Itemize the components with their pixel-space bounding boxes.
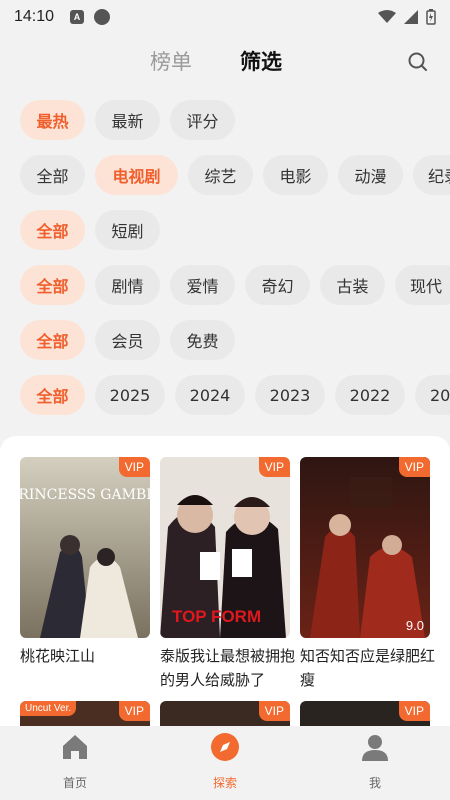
filter-row-pay: 全部 会员 免费 xyxy=(0,320,450,360)
results-panel: PRINCESSS GAMBIT VIP 桃花映江山 TOP FORM VIP … xyxy=(0,436,450,726)
chip-pay-free[interactable]: 免费 xyxy=(170,320,235,360)
vip-badge: VIP xyxy=(118,457,150,477)
poster-title[interactable]: 知否知否应是绿肥红瘦 xyxy=(300,644,440,692)
poster-logo-text: PRINCESSS GAMBIT xyxy=(20,487,150,503)
battery-icon xyxy=(426,9,436,25)
vip-badge: VIP xyxy=(118,701,150,721)
chip-genre-costume[interactable]: 古装 xyxy=(320,265,385,305)
nav-label: 我 xyxy=(368,776,381,790)
chip-category-documentary[interactable]: 纪录片 xyxy=(413,155,450,195)
nav-item-home[interactable]: 首页 xyxy=(25,726,125,800)
chip-pay-vip[interactable]: 会员 xyxy=(95,320,160,360)
signal-icon xyxy=(404,10,418,24)
chip-sort-hot[interactable]: 最热 xyxy=(20,100,85,140)
tab-filter[interactable]: 筛选 xyxy=(240,46,282,76)
chip-genre-modern[interactable]: 现代 xyxy=(395,265,450,305)
notification-a-icon: A xyxy=(70,10,85,24)
nav-item-me[interactable]: 我 xyxy=(325,726,425,800)
poster-card[interactable]: Uncut Ver. VIP xyxy=(20,701,150,726)
poster-image: PRINCESSS GAMBIT xyxy=(20,457,150,638)
poster-image: TOP FORM xyxy=(160,457,290,638)
status-bar: 14:10 A xyxy=(0,0,450,34)
poster-card[interactable]: VIP xyxy=(160,701,290,726)
chip-category-movie[interactable]: 电影 xyxy=(263,155,328,195)
chip-year-all[interactable]: 全部 xyxy=(20,375,85,415)
bottom-nav: 首页 探索 我 xyxy=(0,726,450,800)
chip-sort-new[interactable]: 最新 xyxy=(95,100,160,140)
filter-row-genre: 全部 剧情 爱情 奇幻 古装 现代 xyxy=(0,265,450,305)
vip-badge: VIP xyxy=(258,701,290,721)
chip-year-2022[interactable]: 2022 xyxy=(335,375,405,415)
rating-score: 9.0 xyxy=(405,618,424,633)
filter-row-length: 全部 短剧 xyxy=(0,210,450,250)
wifi-icon xyxy=(378,10,396,23)
poster-card[interactable]: TOP FORM VIP xyxy=(160,457,290,638)
filter-row-category: 全部 电视剧 综艺 电影 动漫 纪录片 xyxy=(0,155,450,195)
poster-image xyxy=(300,457,430,638)
uncut-badge: Uncut Ver. xyxy=(20,701,77,716)
chip-pay-all[interactable]: 全部 xyxy=(20,320,85,360)
chip-category-all[interactable]: 全部 xyxy=(20,155,85,195)
chip-category-anime[interactable]: 动漫 xyxy=(338,155,403,195)
nav-label: 探索 xyxy=(212,776,237,790)
notification-dot-icon xyxy=(94,9,111,25)
chip-genre-all[interactable]: 全部 xyxy=(20,265,85,305)
chip-category-variety[interactable]: 综艺 xyxy=(188,155,253,195)
nav-label: 首页 xyxy=(62,776,87,790)
poster-card[interactable]: VIP 9.0 xyxy=(300,457,430,638)
chip-genre-fantasy[interactable]: 奇幻 xyxy=(245,265,310,305)
filter-row-sort: 最热 最新 评分 xyxy=(0,100,450,140)
filter-row-year: 全部 2025 2024 2023 2022 2021 xyxy=(0,375,450,415)
chip-year-2024[interactable]: 2024 xyxy=(175,375,245,415)
compass-icon xyxy=(211,733,239,761)
poster-card[interactable]: PRINCESSS GAMBIT VIP xyxy=(20,457,150,638)
chip-category-tv[interactable]: 电视剧 xyxy=(95,155,178,195)
poster-title[interactable]: 桃花映江山 xyxy=(20,644,160,668)
chip-length-all[interactable]: 全部 xyxy=(20,210,85,250)
nav-item-explore[interactable]: 探索 xyxy=(175,726,275,800)
chip-length-short[interactable]: 短剧 xyxy=(95,210,160,250)
chip-genre-romance[interactable]: 爱情 xyxy=(170,265,235,305)
vip-badge: VIP xyxy=(258,457,290,477)
vip-badge: VIP xyxy=(398,457,430,477)
chip-year-2021[interactable]: 2021 xyxy=(415,375,450,415)
chip-genre-drama[interactable]: 剧情 xyxy=(95,265,160,305)
chip-sort-rating[interactable]: 评分 xyxy=(170,100,235,140)
vip-badge: VIP xyxy=(398,701,430,721)
chip-year-2023[interactable]: 2023 xyxy=(255,375,325,415)
status-time: 14:10 xyxy=(14,8,55,25)
user-icon xyxy=(362,735,388,761)
search-icon[interactable] xyxy=(406,50,430,74)
poster-card[interactable]: VIP xyxy=(300,701,430,726)
poster-title[interactable]: 泰版我让最想被拥抱的男人给威胁了 xyxy=(160,644,300,692)
home-icon xyxy=(63,735,87,759)
poster-logo-text: TOP FORM xyxy=(172,607,261,626)
tab-rank[interactable]: 榜单 xyxy=(150,46,192,76)
top-tabs: 榜单 筛选 xyxy=(0,40,450,84)
chip-year-2025[interactable]: 2025 xyxy=(95,375,165,415)
